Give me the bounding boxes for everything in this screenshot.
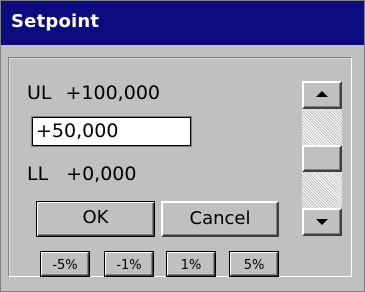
- lower-limit-label: LL: [27, 163, 49, 185]
- title-bar[interactable]: Setpoint: [1, 1, 364, 45]
- ok-button[interactable]: OK: [36, 201, 155, 237]
- upper-limit-value: +100,000: [65, 82, 161, 104]
- scroll-down-button[interactable]: [302, 208, 342, 236]
- step-minus-5-label: -5%: [52, 258, 78, 273]
- lower-limit-value: +0,000: [66, 163, 137, 185]
- cancel-button[interactable]: Cancel: [161, 201, 279, 237]
- setpoint-input[interactable]: +50,000: [31, 116, 192, 147]
- arrow-up-icon: [316, 91, 328, 97]
- arrow-down-icon: [316, 219, 328, 225]
- step-plus-1-button[interactable]: 1%: [167, 252, 215, 276]
- step-minus-1-label: -1%: [116, 258, 142, 273]
- setpoint-scrollbar[interactable]: [302, 81, 342, 236]
- lower-limit-row: LL +0,000: [27, 163, 137, 185]
- upper-limit-row: UL +100,000: [27, 82, 160, 104]
- scrollbar-thumb[interactable]: [302, 145, 342, 172]
- step-minus-5-button[interactable]: -5%: [41, 252, 89, 276]
- upper-limit-label: UL: [27, 82, 52, 104]
- scroll-up-button[interactable]: [302, 81, 342, 109]
- step-minus-1-button[interactable]: -1%: [105, 252, 153, 276]
- step-plus-5-label: 5%: [243, 258, 265, 273]
- step-plus-1-label: 1%: [180, 258, 202, 273]
- window-title: Setpoint: [11, 11, 100, 32]
- step-plus-5-button[interactable]: 5%: [230, 252, 278, 276]
- setpoint-dialog: Setpoint UL +100,000 +50,000 LL +0,000 OK …: [0, 0, 365, 292]
